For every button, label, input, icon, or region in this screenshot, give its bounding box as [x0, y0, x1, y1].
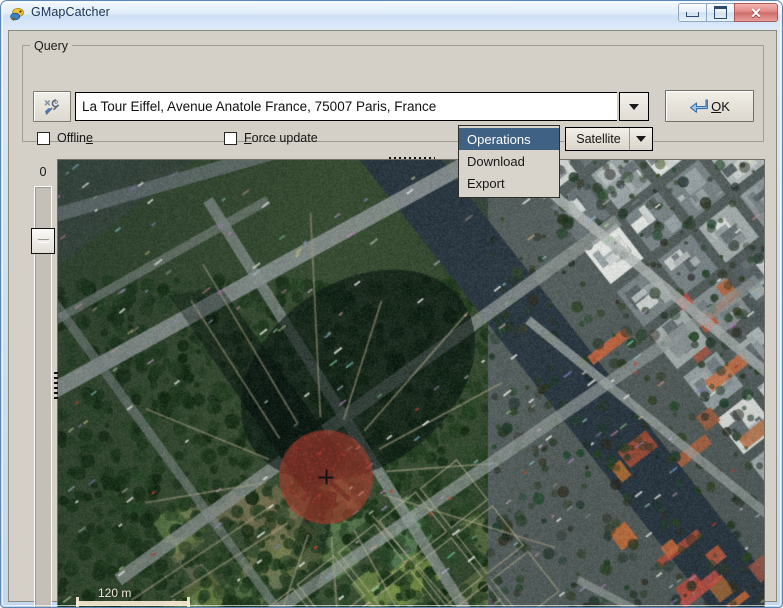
search-history-dropdown-button[interactable] [619, 92, 649, 121]
zoom-level-label: 0 [39, 165, 47, 179]
gmapcatcher-icon [9, 6, 26, 23]
minimize-icon [686, 12, 699, 17]
menu-item-download-label: Download [467, 153, 525, 169]
force-update-label-rest: orce update [251, 131, 318, 145]
offline-label-pre: Offlin [57, 131, 86, 145]
offline-mnemonic: e [85, 131, 93, 145]
menu-item-export-label: Export [467, 175, 505, 191]
ok-label-rest: K [721, 98, 730, 114]
map-type-combo[interactable]: Satellite [565, 127, 653, 151]
force-update-label: Force update [244, 131, 318, 145]
search-input[interactable] [75, 92, 617, 121]
ok-button[interactable]: OK [665, 90, 754, 122]
offline-checkbox-row[interactable]: Offline [37, 131, 93, 145]
close-button[interactable]: ✕ [734, 3, 778, 22]
window-title: GMapCatcher [31, 5, 110, 19]
query-group-label: Query [30, 39, 73, 53]
force-update-mnemonic: F [244, 131, 252, 145]
menu-item-download[interactable]: Download [459, 150, 559, 172]
chevron-down-icon [629, 103, 639, 110]
client-area: Query OK [8, 30, 777, 607]
map-type-arrow-button[interactable] [629, 128, 652, 150]
map-top-dotted-accent [389, 157, 435, 161]
force-update-checkbox-row[interactable]: Force update [224, 131, 318, 145]
client-inner: Query OK [9, 31, 776, 607]
offline-checkbox[interactable] [37, 131, 50, 145]
ok-mnemonic: O [711, 98, 722, 114]
satellite-map-image[interactable] [58, 160, 764, 607]
menu-item-export[interactable]: Export [459, 172, 559, 194]
enter-arrow-icon [690, 98, 709, 113]
force-update-checkbox[interactable] [224, 131, 237, 145]
chevron-down-icon [636, 136, 646, 142]
menu-item-operations[interactable]: Operations [459, 128, 559, 150]
close-icon: ✕ [750, 4, 762, 21]
tools-icon [44, 98, 60, 115]
maximize-icon [714, 6, 727, 19]
operations-menu[interactable]: Operations Download Export [458, 125, 560, 198]
application-window: GMapCatcher ✕ Query La Tour Eiffel, Aven… [0, 0, 783, 608]
map-viewport[interactable]: 120 m [57, 159, 765, 607]
minimize-button[interactable] [678, 3, 707, 22]
offline-label: Offline [57, 131, 93, 145]
ok-button-label: OK [711, 99, 730, 114]
zoom-slider-handle[interactable] [31, 228, 55, 254]
title-bar[interactable]: GMapCatcher ✕ [1, 1, 782, 28]
maximize-button[interactable] [706, 3, 735, 22]
map-type-value: Satellite [576, 132, 621, 146]
menu-item-operations-label: Operations [467, 131, 531, 147]
window-controls: ✕ [678, 3, 778, 22]
map-left-dotted-accent [54, 372, 58, 402]
tools-button[interactable] [33, 91, 71, 122]
